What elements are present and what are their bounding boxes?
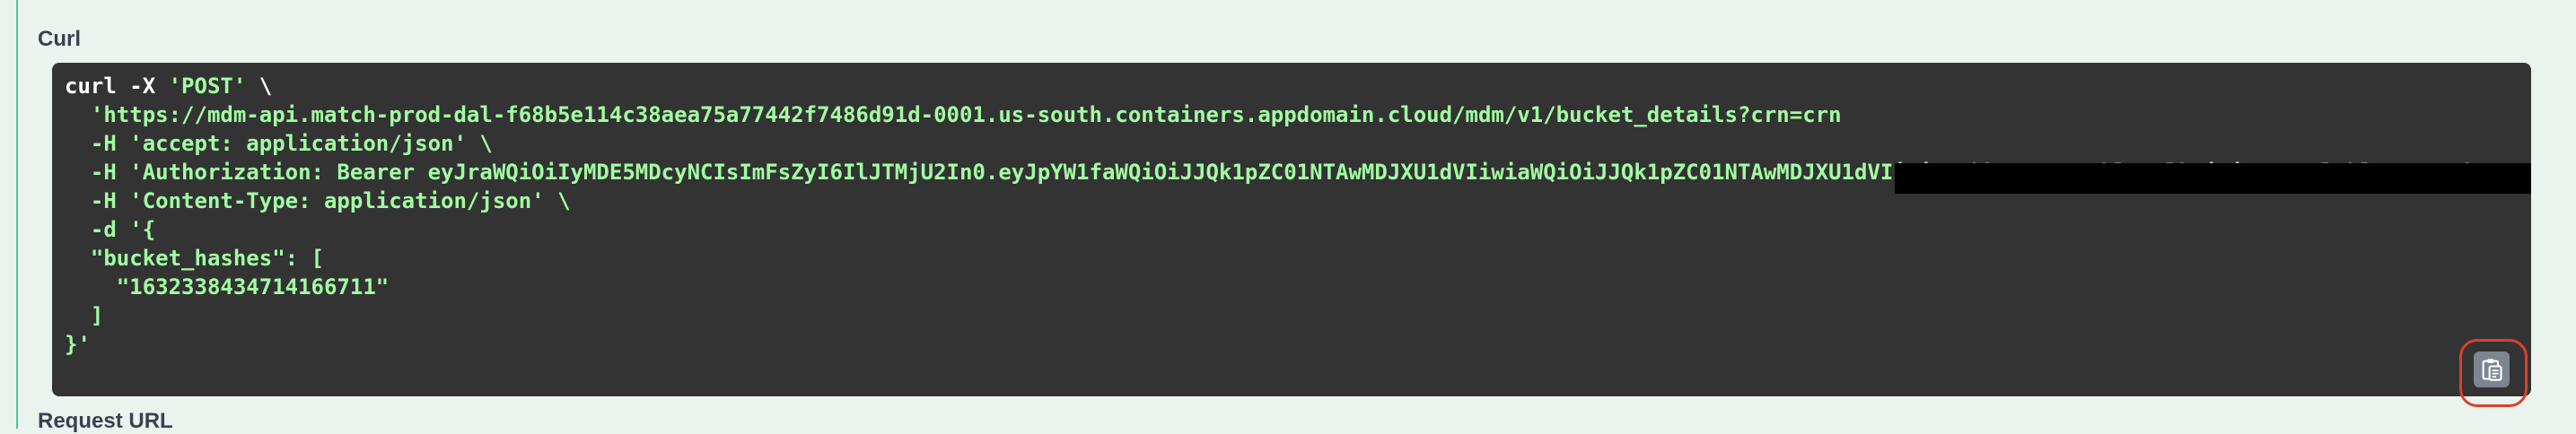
copy-to-clipboard-button[interactable]: [2474, 352, 2510, 387]
code-line-bucket-hashes: "bucket_hashes": [: [65, 246, 324, 271]
clipboard-icon: [2482, 359, 2502, 381]
redacted-region: [1895, 163, 2531, 194]
code-line-data-flag: -d '{: [65, 217, 156, 242]
code-line-accept-header: -H 'accept: application/json' \: [65, 131, 493, 156]
code-line-content-type-header: -H 'Content-Type: application/json' \: [65, 188, 571, 213]
curl-code-block[interactable]: curl -X 'POST' \ 'https://mdm-api.match-…: [52, 63, 2531, 396]
curl-code[interactable]: curl -X 'POST' \ 'https://mdm-api.match-…: [65, 72, 2531, 359]
curl-section-label: Curl: [38, 27, 81, 51]
code-line-1: curl -X 'POST' \: [65, 74, 273, 99]
code-line-url: 'https://mdm-api.match-prod-dal-f68b5e11…: [65, 102, 1842, 127]
code-line-body-close: }': [65, 332, 91, 357]
request-url-label: Request URL: [38, 409, 173, 433]
code-line-array-close: ]: [65, 303, 104, 328]
code-line-hash-value: "1632338434714166711": [65, 274, 390, 299]
